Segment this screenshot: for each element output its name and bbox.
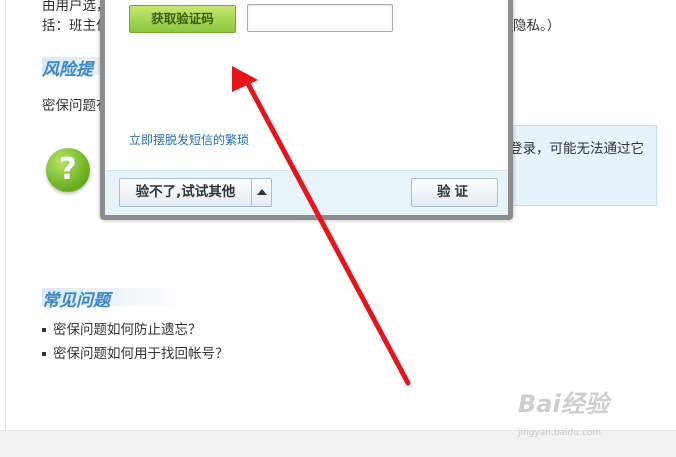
info-text: 登录，可能无法通过它 — [509, 141, 644, 157]
sms-link[interactable]: 立即摆脱发短信的繁琐 — [129, 131, 249, 148]
bg-text-line-2-tail: 隐私。） — [513, 18, 561, 34]
get-code-button[interactable]: 获取验证码 — [129, 5, 236, 33]
bullet-icon — [42, 328, 46, 332]
watermark-url: jingyan.baidu.com — [518, 428, 602, 438]
faq-item[interactable]: 密保问题如何用于找回帐号？ — [42, 342, 229, 362]
question-icon: ? — [46, 148, 90, 192]
dialog-body: 获取验证码 立即摆脱发短信的繁琐 验不了,试试其他 验证 — [105, 0, 508, 215]
bullet-icon — [42, 352, 46, 356]
watermark-logo: Bai经验 — [518, 390, 609, 418]
faq-item-label[interactable]: 密保问题如何用于找回帐号？ — [53, 346, 229, 362]
baidu-watermark: Bai经验 jingyan.baidu.com — [518, 384, 668, 444]
faq-item[interactable]: 密保问题如何防止遗忘？ — [42, 318, 202, 338]
faq-item-label[interactable]: 密保问题如何防止遗忘？ — [53, 322, 202, 338]
other-method-label[interactable]: 验不了,试试其他 — [120, 179, 251, 206]
other-method-button[interactable]: 验不了,试试其他 — [119, 178, 272, 207]
dialog-footer: 验不了,试试其他 验证 — [105, 170, 508, 215]
verification-dialog: 获取验证码 立即摆脱发短信的繁琐 验不了,试试其他 验证 — [100, 0, 513, 220]
verify-button[interactable]: 验证 — [411, 178, 498, 207]
caret-up-icon[interactable] — [252, 179, 271, 206]
left-divider — [5, 0, 6, 430]
faq-section-title: 常见问题 — [42, 291, 110, 311]
code-input[interactable] — [247, 4, 393, 32]
risk-section-title: 风险提 — [42, 60, 93, 80]
